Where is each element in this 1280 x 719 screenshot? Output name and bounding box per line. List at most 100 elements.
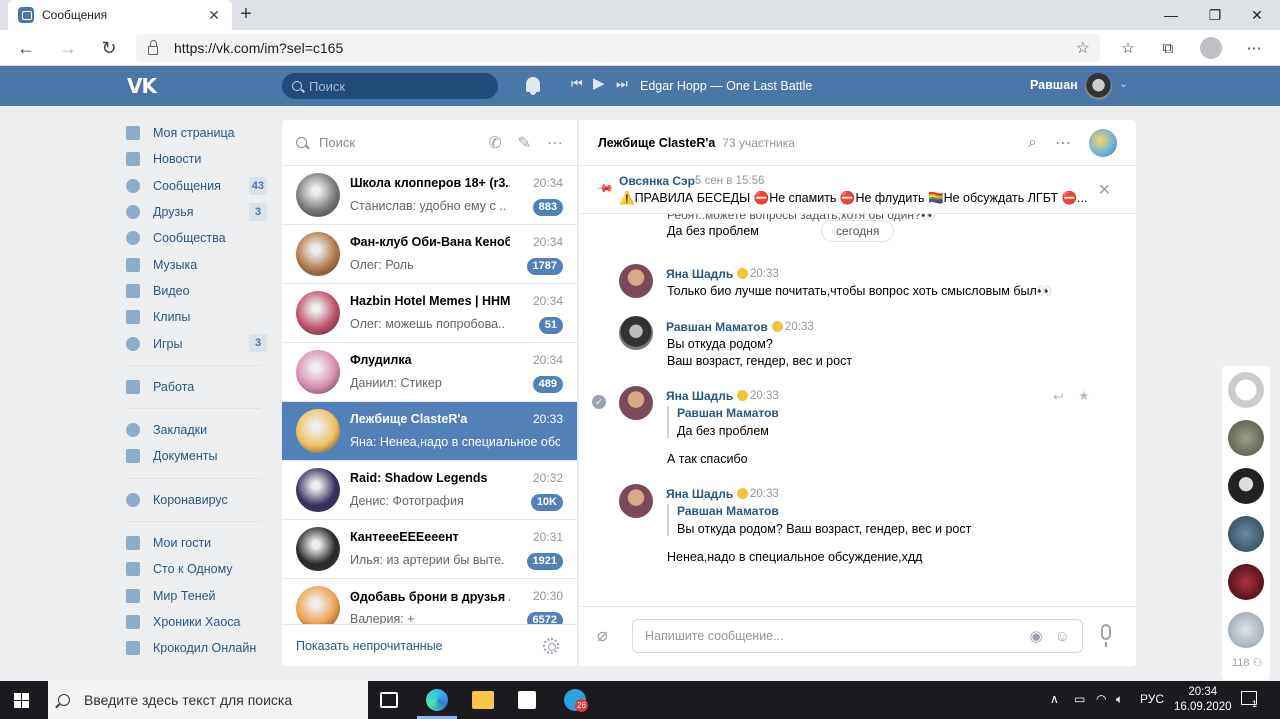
address-bar[interactable]: https://vk.com/im?sel=c165 ☆ [136,34,1100,62]
paperclip-icon[interactable]: ⌀ [597,625,608,646]
reply-quote[interactable]: Равшан Маматов Вы откуда родом? Ваш возр… [667,504,971,536]
menu-item-app[interactable]: Сто к Одному [126,556,271,582]
menu-item-news[interactable]: Новости [126,146,271,172]
camera-icon[interactable]: ◉ [1030,627,1043,645]
menu-item-app[interactable]: Хроники Хаоса [126,609,271,635]
compose-icon[interactable]: ✎ [518,133,531,153]
vk-logo-icon[interactable]: VK [127,74,159,98]
message-author[interactable]: Равшан Маматов [666,320,783,334]
minimize-button[interactable]: — [1148,0,1194,30]
browser-profile-avatar[interactable] [1200,37,1222,59]
avatar[interactable] [1228,564,1264,600]
browser-tab[interactable]: Сообщения ✕ [8,0,232,30]
chevron-down-icon[interactable]: ⌄ [1119,77,1128,90]
maximize-button[interactable]: ❐ [1192,0,1238,30]
smiley-icon[interactable]: ☺ [1055,628,1070,645]
message-input[interactable]: Напишите сообщение... ◉ ☺ [632,619,1083,653]
menu-item-video[interactable]: Видео [126,278,271,304]
avatar[interactable] [619,316,653,350]
task-view-icon[interactable] [380,692,398,708]
current-track[interactable]: Edgar Hopp — One Last Battle [640,79,812,93]
dialog-row[interactable]: Лежбище ClasteR'a 20:33 Яна: Ненеа,надо в … [282,402,577,461]
avatar[interactable] [619,484,653,518]
dialog-search-input[interactable]: Поиск [319,135,472,150]
wifi-icon[interactable]: ◠ [1096,692,1106,706]
favorites-icon[interactable]: ☆ [1117,38,1139,58]
avatar[interactable] [1228,420,1264,456]
dialog-row[interactable]: Флудилка 20:34 Даниил: Стикер 489 [282,343,577,402]
username[interactable]: Равшан [1030,78,1078,92]
menu-item-documents[interactable]: Документы [126,443,271,469]
message-author[interactable]: Яна Шадль [666,267,749,281]
avatar[interactable] [619,264,653,298]
forward-button[interactable]: → [55,36,81,60]
dialog-row[interactable]: Raid: Shadow Legends 20:32 Денис: Фотограф… [282,461,577,520]
more-icon[interactable]: ⋯ [547,133,563,153]
menu-item-games[interactable]: Игры 3 [126,330,271,356]
language-indicator[interactable]: РУС [1140,692,1164,706]
menu-item-app[interactable]: Мои гости [126,530,271,556]
dialog-row[interactable]: Школа клопперов 18+ (r3... 20:34 Станислав… [282,166,577,225]
play-icon[interactable]: ▶ [593,74,605,92]
dialog-row[interactable]: Hazbin Hotel Memes | HHM 20:34 Олег: можеш… [282,284,577,343]
pinned-message[interactable]: 📌 Овсянка Сэр 5 сен в 15:56 ⚠️ПРАВИЛА БЕ… [579,166,1136,214]
new-tab-button[interactable]: + [236,3,256,26]
taskbar-search-input[interactable]: Введите здесь текст для поиска [48,681,368,719]
members-count[interactable]: 73 участника [722,136,1010,150]
edge-browser-icon[interactable] [426,689,448,711]
star-icon[interactable]: ★ [1078,388,1090,404]
menu-item-app[interactable]: Крокодил Онлайн [126,635,271,661]
menu-item-music[interactable]: Музыка [126,251,271,277]
more-icon[interactable]: ⋯ [1055,133,1071,153]
user-avatar[interactable] [1085,73,1112,100]
online-count[interactable]: 118 ⚇ [1232,656,1262,669]
message-author[interactable]: Яна Шадль [666,389,749,403]
star-icon[interactable]: ☆ [1076,38,1090,58]
reply-icon[interactable]: ↩ [1053,389,1064,405]
prev-track-icon[interactable]: ⏮ [571,76,583,92]
chevron-up-icon[interactable]: ∧ [1050,692,1059,706]
volume-icon[interactable]: 🔈︎ [1116,692,1123,707]
avatar[interactable] [619,386,653,420]
dialog-row[interactable]: КантеееЕЕЕееент 20:31 Илья: из артерии бы … [282,520,577,579]
clock[interactable]: 20:34 16.09.2020 [1174,685,1232,715]
menu-item-my-page[interactable]: Моя страница [126,120,271,146]
window-close-button[interactable]: ✕ [1234,0,1280,30]
more-menu-icon[interactable]: ⋯ [1243,38,1265,58]
avatar[interactable] [1228,468,1264,504]
gear-icon[interactable] [543,637,559,654]
menu-item-messages[interactable]: Сообщения 43 [126,173,271,199]
menu-item-coronavirus[interactable]: Коронавирус [126,487,271,513]
avatar[interactable] [1228,372,1264,408]
collections-icon[interactable]: ⧉ [1157,38,1179,58]
add-call-icon[interactable]: ✆ [488,133,501,153]
chat-title[interactable]: Лежбище ClasteR'a [598,136,715,150]
menu-item-clips[interactable]: Клипы [126,304,271,330]
next-track-icon[interactable]: ⏭ [616,76,628,92]
bell-icon[interactable] [526,77,540,95]
battery-icon[interactable]: ▭ [1074,692,1085,706]
close-icon[interactable]: ✕ [206,7,222,24]
menu-item-friends[interactable]: Друзья 3 [126,199,271,225]
microphone-icon[interactable] [1101,624,1111,647]
close-icon[interactable]: ✕ [1098,180,1111,200]
reload-button[interactable]: ↻ [96,36,122,60]
vk-search-input[interactable]: Поиск [282,73,498,99]
back-button[interactable]: ← [13,36,39,60]
menu-item-app[interactable]: Мир Теней [126,582,271,608]
message-author[interactable]: Яна Шадль [666,487,749,501]
dialog-row[interactable]: Ꙩдобавь брони в друзья ... 20:30 Валерия: … [282,579,577,624]
file-explorer-icon[interactable] [472,691,494,709]
selected-check-icon[interactable]: ✓ [592,395,606,409]
dialog-row[interactable]: Фан-клуб Оби-Вана Кеноби 20:34 Олег: Роль 1… [282,225,577,284]
avatar[interactable] [1228,612,1264,648]
reply-quote[interactable]: Равшан Маматов Да без проблем [667,406,779,438]
menu-item-communities[interactable]: Сообщества [126,225,271,251]
chat-avatar[interactable] [1089,128,1117,157]
menu-item-work[interactable]: Работа [126,374,271,400]
store-icon[interactable] [518,691,536,709]
menu-item-bookmarks[interactable]: Закладки [126,417,271,443]
search-icon[interactable]: ⌕ [1028,134,1037,152]
show-unread-link[interactable]: Показать непрочитанные [296,639,543,653]
windows-start-icon[interactable] [14,693,29,708]
